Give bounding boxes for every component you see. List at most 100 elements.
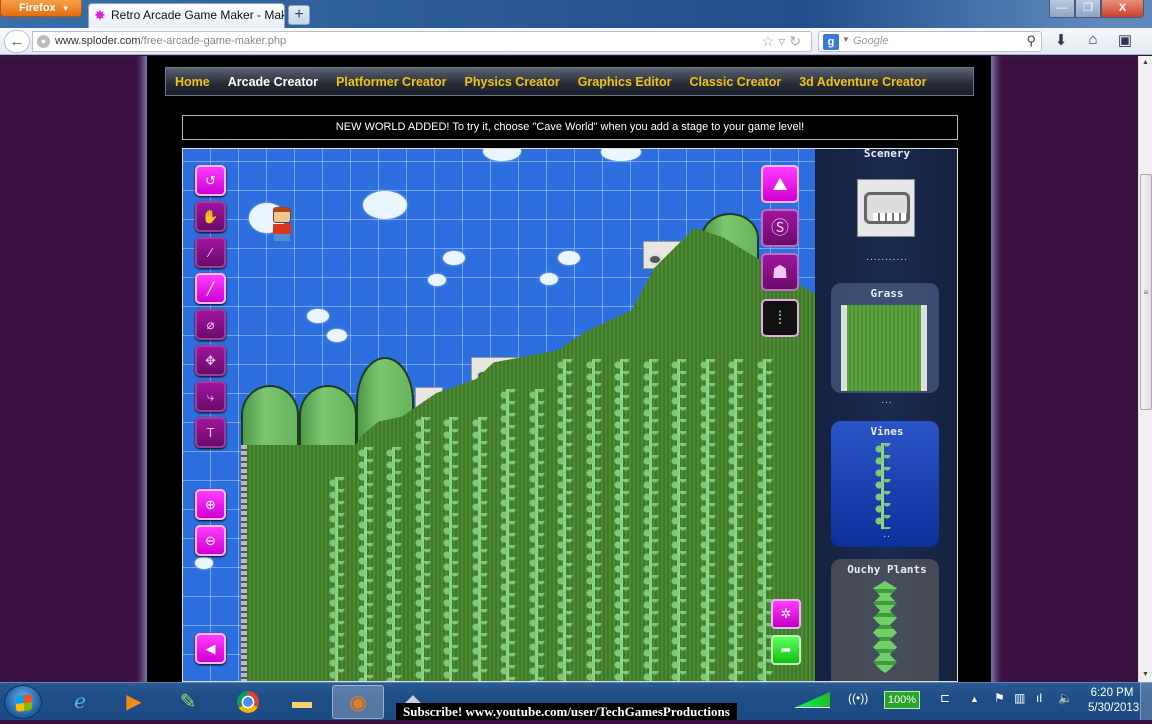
search-icon[interactable]: ⚲ bbox=[1026, 33, 1036, 49]
path-icon: ⤷ bbox=[206, 389, 215, 404]
settings-button[interactable]: ✲ bbox=[771, 599, 801, 629]
window-controls: — ❐ X bbox=[1049, 0, 1144, 18]
back-button[interactable]: ← bbox=[4, 30, 30, 53]
tile-palette[interactable]: Scenery ........... Grass ... Vines .. ☝… bbox=[815, 149, 957, 681]
reload-icon[interactable]: ↻ bbox=[789, 33, 805, 49]
vine-column bbox=[414, 417, 431, 681]
enemy-category-button[interactable]: ☗ bbox=[761, 253, 799, 291]
zoom-in-button[interactable]: ⊕ bbox=[195, 489, 226, 520]
scroll-down-icon[interactable]: ▼ bbox=[1139, 668, 1152, 682]
move-tool-button[interactable]: ✥ bbox=[195, 345, 226, 376]
browser-navbar: ← ● www.sploder.com/free-arcade-game-mak… bbox=[0, 28, 1152, 55]
chrome-icon bbox=[237, 691, 259, 713]
signal-bars-icon[interactable]: ıl bbox=[1036, 691, 1042, 705]
vine-layer-button[interactable]: ⁞ bbox=[761, 299, 799, 337]
vine-icon: ⁞ bbox=[777, 308, 783, 328]
show-hidden-icons[interactable]: ▲ bbox=[970, 694, 979, 704]
action-center-flag-icon[interactable]: ⚑ bbox=[994, 691, 1005, 705]
enemy-icon: ☗ bbox=[771, 262, 789, 282]
palette-dots: .. bbox=[883, 529, 891, 540]
zoom-out-button[interactable]: ⊖ bbox=[195, 525, 226, 556]
nav-platformer-creator[interactable]: Platformer Creator bbox=[336, 75, 446, 89]
eyedropper-tool-button[interactable]: ⁄ bbox=[195, 237, 226, 268]
scroll-up-icon[interactable]: ▲ bbox=[1139, 56, 1152, 70]
google-engine-icon[interactable]: g bbox=[823, 34, 839, 50]
new-tab-button[interactable]: + bbox=[288, 5, 310, 25]
collapse-panel-button[interactable]: ◀ bbox=[195, 633, 226, 664]
hand-icon: ✋ bbox=[202, 209, 219, 224]
power-icon[interactable]: ▥ bbox=[1014, 691, 1025, 705]
palette-item-ouchy-plants[interactable]: Ouchy Plants bbox=[831, 559, 939, 681]
zoom-out-icon: ⊖ bbox=[205, 533, 216, 548]
folder-icon: ▬ bbox=[292, 691, 312, 713]
nav-home[interactable]: Home bbox=[175, 75, 210, 89]
taskbar-firefox[interactable]: ◉ bbox=[332, 685, 384, 719]
history-dropdown-icon[interactable]: ▿ bbox=[778, 33, 789, 49]
nav-3d-adventure-creator[interactable]: 3d Adventure Creator bbox=[799, 75, 926, 89]
volume-icon[interactable]: 🔈 bbox=[1058, 691, 1073, 705]
maximize-button[interactable]: ❐ bbox=[1075, 0, 1101, 18]
brush-tool-button[interactable]: ╱ bbox=[195, 273, 226, 304]
cloud bbox=[307, 309, 329, 323]
test-play-button[interactable]: ➦ bbox=[771, 635, 801, 665]
engine-dropdown-icon[interactable]: ▼ bbox=[842, 35, 850, 44]
minimize-button[interactable]: — bbox=[1049, 0, 1075, 18]
vine-column bbox=[614, 359, 630, 681]
palette-item-grass[interactable]: Grass bbox=[831, 283, 939, 393]
power-plug-icon[interactable]: ⊏ bbox=[940, 691, 950, 705]
scrollbar-thumb[interactable]: ≡ bbox=[1140, 174, 1152, 410]
sploder-favicon-icon: ✸ bbox=[94, 7, 106, 23]
wireless-icon[interactable]: ((•)) bbox=[848, 691, 868, 705]
cloud bbox=[195, 557, 213, 569]
site-identity-icon[interactable]: ● bbox=[37, 35, 50, 48]
nav-physics-creator[interactable]: Physics Creator bbox=[465, 75, 560, 89]
network-strength-icon[interactable] bbox=[794, 692, 830, 708]
bookmark-star-icon[interactable]: ☆ bbox=[762, 33, 779, 49]
nav-graphics-editor[interactable]: Graphics Editor bbox=[578, 75, 672, 89]
player-character[interactable] bbox=[271, 207, 293, 243]
search-bar[interactable]: g ▼ Google ⚲ bbox=[818, 31, 1042, 52]
move-icon: ✥ bbox=[205, 353, 216, 368]
bookmarks-menu-icon[interactable]: ▣ bbox=[1114, 31, 1136, 49]
coin-icon: Ⓢ bbox=[771, 218, 789, 238]
taskbar-file-explorer[interactable]: ▬ bbox=[276, 685, 328, 719]
hand-tool-button[interactable]: ✋ bbox=[195, 201, 226, 232]
battery-indicator[interactable]: 100% bbox=[884, 691, 920, 709]
show-desktop-button[interactable] bbox=[1140, 682, 1152, 720]
cloud bbox=[327, 329, 347, 342]
taskbar-internet-explorer[interactable]: ℯ bbox=[54, 685, 106, 719]
palette-item-scenery[interactable] bbox=[857, 179, 915, 237]
browser-tab[interactable]: ✸ Retro Arcade Game Maker - Make your ..… bbox=[88, 3, 285, 28]
palette-item-vines[interactable]: Vines .. bbox=[831, 421, 939, 547]
firefox-menu-button[interactable]: Firefox ▼ bbox=[0, 0, 82, 17]
vine-column bbox=[471, 417, 488, 681]
coin-category-button[interactable]: Ⓢ bbox=[761, 209, 799, 247]
taskbar-chrome[interactable] bbox=[222, 685, 274, 719]
nav-arcade-creator[interactable]: Arcade Creator bbox=[228, 75, 318, 89]
tab-title: Retro Arcade Game Maker - Make your ... bbox=[111, 8, 284, 22]
game-editor-canvas[interactable]: ↺ ✋ ⁄ ╱ ⌀ ✥ ⤷ T ⊕ ⊖ ◀ ⛰ Ⓢ ☗ ⁞ ✲ ➦ Scener… bbox=[182, 148, 958, 682]
start-button[interactable] bbox=[4, 685, 42, 719]
clock[interactable]: 6:20 PM 5/30/2013 bbox=[1088, 686, 1139, 716]
page-scrollbar[interactable]: ▲ ≡ ▼ bbox=[1138, 56, 1152, 682]
eraser-tool-button[interactable]: ⌀ bbox=[195, 309, 226, 340]
path-tool-button[interactable]: ⤷ bbox=[195, 381, 226, 412]
firefox-menu-label: Firefox bbox=[19, 2, 56, 14]
page-background-left bbox=[0, 56, 147, 682]
taskbar-notepad-plus-plus[interactable]: ✎ bbox=[162, 685, 214, 719]
text-tool-button[interactable]: T bbox=[195, 417, 226, 448]
home-icon[interactable]: ⌂ bbox=[1082, 31, 1104, 48]
subscribe-overlay: Subscribe! www.youtube.com/user/TechGame… bbox=[396, 703, 737, 720]
url-bar[interactable]: ● www.sploder.com/free-arcade-game-maker… bbox=[32, 31, 812, 52]
undo-button[interactable]: ↺ bbox=[195, 165, 226, 196]
nav-classic-creator[interactable]: Classic Creator bbox=[689, 75, 781, 89]
downloads-icon[interactable]: ⬇ bbox=[1050, 31, 1072, 49]
palette-title-grass: Grass bbox=[870, 287, 904, 300]
vine-column bbox=[756, 359, 773, 681]
spiky-plant-icon bbox=[873, 581, 897, 673]
bush-hill bbox=[299, 385, 357, 445]
vine-column bbox=[671, 359, 687, 681]
taskbar-media-player[interactable]: ▶ bbox=[108, 685, 160, 719]
close-button[interactable]: X bbox=[1101, 0, 1144, 18]
terrain-category-button[interactable]: ⛰ bbox=[761, 165, 799, 203]
